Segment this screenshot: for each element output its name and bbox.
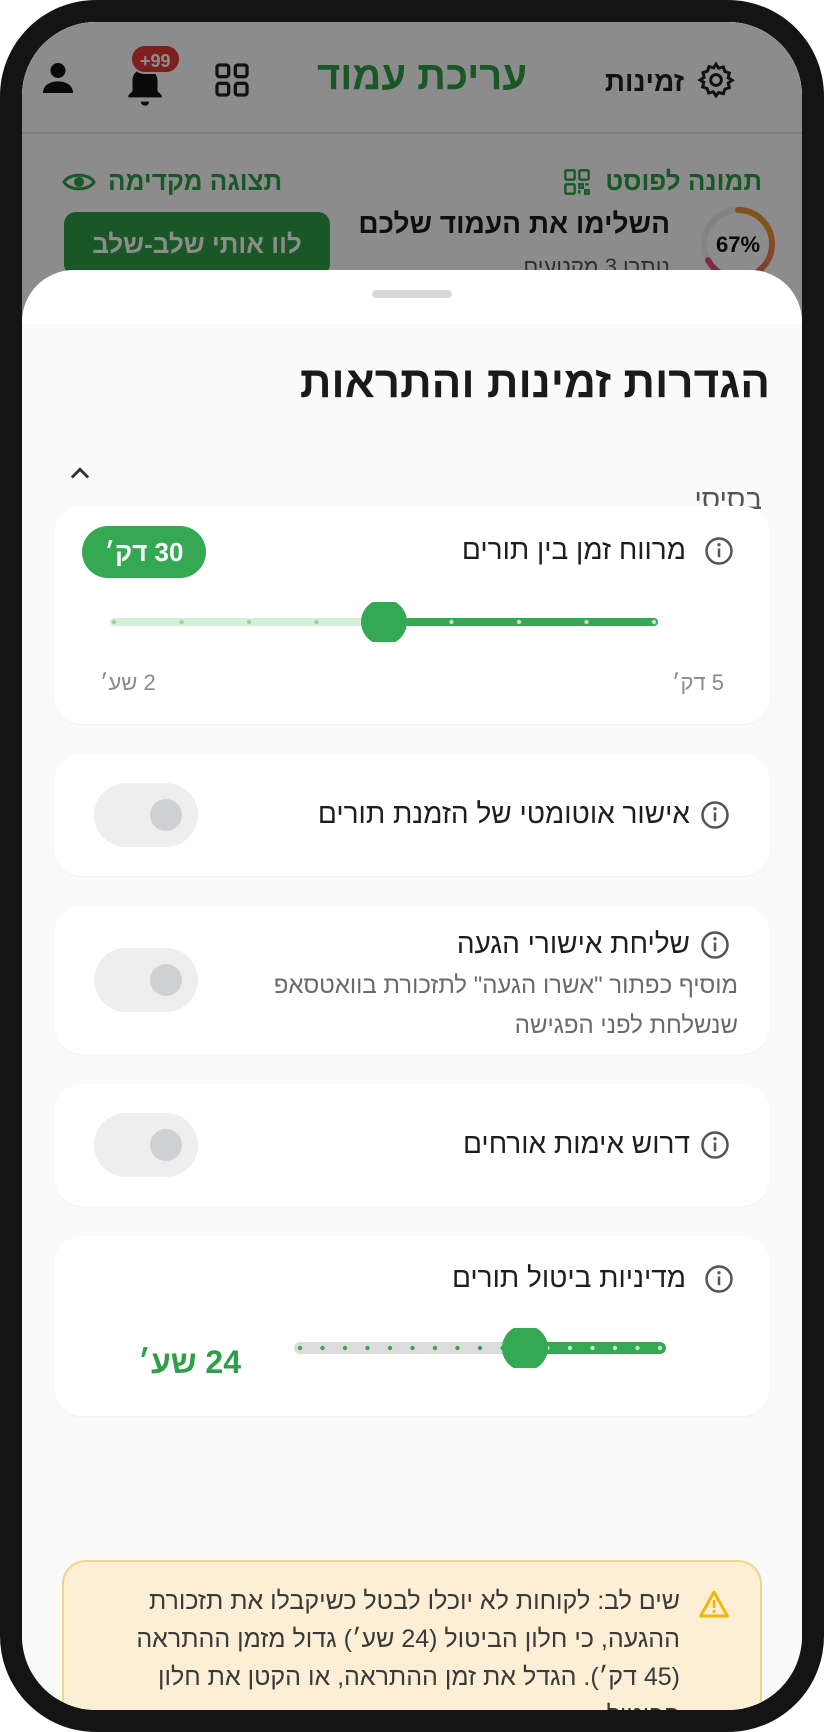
slider-step-dot bbox=[590, 1345, 595, 1351]
slider-step-dot bbox=[567, 1345, 573, 1351]
info-icon[interactable] bbox=[700, 800, 730, 830]
arrival-confirm-card: שליחת אישורי הגעה מוסיף כפתור "אשרו הגעה… bbox=[54, 906, 770, 1054]
slider-step-dot bbox=[477, 1345, 483, 1351]
auto-approve-toggle[interactable] bbox=[94, 783, 198, 847]
chevron-up-icon[interactable] bbox=[66, 460, 94, 488]
auto-approve-card: אישור אוטומטי של הזמנת תורים bbox=[54, 754, 770, 876]
guest-verify-toggle[interactable] bbox=[94, 1113, 198, 1177]
cancel-policy-card: מדיניות ביטול תורים 24 שע׳ bbox=[54, 1236, 770, 1416]
cancel-policy-label: מדיניות ביטול תורים bbox=[451, 1262, 686, 1293]
interval-label: מרווח זמן בין תורים bbox=[461, 534, 686, 565]
arrival-confirm-label: שליחת אישורי הגעה bbox=[456, 928, 690, 959]
guest-verify-card: דרוש אימות אורחים bbox=[54, 1084, 770, 1206]
warning-box: שים לב: לקוחות לא יוכלו לבטל כשיקבלו את … bbox=[62, 1560, 762, 1710]
slider-step-dot bbox=[635, 1345, 640, 1351]
slider-step-dot bbox=[432, 1345, 438, 1351]
arrival-confirm-toggle[interactable] bbox=[94, 948, 198, 1012]
slider-step-dot bbox=[365, 1345, 370, 1351]
slider-thumb[interactable] bbox=[361, 602, 407, 642]
interval-min-label: 5 דק׳ bbox=[672, 670, 724, 695]
info-icon[interactable] bbox=[700, 930, 730, 960]
sheet-header bbox=[22, 270, 802, 324]
interval-slider[interactable] bbox=[104, 602, 664, 642]
slider-step-dot bbox=[410, 1345, 415, 1351]
slider-step-dot bbox=[111, 619, 117, 625]
slider-step-dot bbox=[612, 1345, 618, 1351]
info-icon[interactable] bbox=[704, 1264, 734, 1294]
slider-step-dot bbox=[651, 619, 657, 625]
slider-step-dot bbox=[342, 1345, 348, 1351]
slider-step-dot bbox=[246, 619, 252, 625]
toggle-knob bbox=[150, 799, 182, 831]
slider-step-dot bbox=[314, 619, 319, 625]
slider-step-dot bbox=[584, 619, 589, 625]
warning-icon bbox=[699, 1590, 729, 1618]
phone-frame: +99 עריכת עמוד זמינות תצוגה מקדימה תמונה… bbox=[0, 0, 824, 1732]
arrival-confirm-description: מוסיף כפתור "אשרו הגעה" לתזכורת בוואטסאפ… bbox=[273, 972, 738, 1039]
slider-step-dot bbox=[657, 1345, 663, 1351]
sheet-title: הגדרות זמינות והתראות bbox=[299, 358, 770, 407]
drag-handle[interactable] bbox=[372, 290, 452, 298]
cancel-policy-slider[interactable] bbox=[290, 1328, 670, 1368]
slider-step-dot bbox=[455, 1345, 460, 1351]
slider-step-dot bbox=[387, 1345, 393, 1351]
auto-approve-label: אישור אוטומטי של הזמנת תורים bbox=[317, 798, 690, 829]
slider-step-dot bbox=[449, 619, 454, 625]
bottom-sheet: הגדרות זמינות והתראות בסיסי 30 דק׳ מרווח… bbox=[22, 270, 802, 1710]
info-icon[interactable] bbox=[700, 1130, 730, 1160]
slider-step-dot bbox=[179, 619, 184, 625]
interval-value-badge: 30 דק׳ bbox=[82, 526, 206, 578]
warning-text: שים לב: לקוחות לא יוכלו לבטל כשיקבלו את … bbox=[136, 1587, 680, 1710]
cancel-policy-value: 24 שע׳ bbox=[138, 1344, 242, 1380]
screen: +99 עריכת עמוד זמינות תצוגה מקדימה תמונה… bbox=[22, 22, 802, 1710]
interval-card: 30 דק׳ מרווח זמן בין תורים 5 דק׳ 2 שע׳ bbox=[54, 506, 770, 724]
guest-verify-label: דרוש אימות אורחים bbox=[462, 1128, 690, 1159]
slider-thumb[interactable] bbox=[502, 1328, 548, 1368]
slider-step-dot bbox=[516, 619, 522, 625]
slider-step-dot bbox=[297, 1345, 303, 1351]
info-icon[interactable] bbox=[704, 536, 734, 566]
interval-max-label: 2 שע׳ bbox=[100, 670, 156, 695]
toggle-knob bbox=[150, 1129, 182, 1161]
toggle-knob bbox=[150, 964, 182, 996]
slider-step-dot bbox=[320, 1345, 325, 1351]
